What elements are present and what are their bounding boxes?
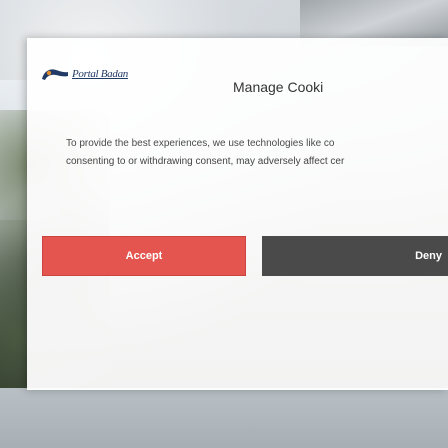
logo-text: Portal Badan [72,68,128,80]
description-line-2: consenting to or withdrawing consent, ma… [66,156,345,167]
banner-title: Manage Cooki [233,79,324,95]
banner-description: To provide the best experiences, we use … [66,135,344,171]
logo-mark-icon [40,65,70,83]
accept-button-label: Accept [125,250,163,262]
cookie-consent-banner: Portal Badan Manage Cooki To provide the… [27,38,448,390]
description-line-1: To provide the best experiences, we use … [66,138,335,149]
site-logo[interactable]: Portal Badan [40,58,128,90]
deny-button[interactable]: Deny [262,236,448,276]
background-bottom-strip [0,388,448,448]
deny-button-label: Deny [415,250,442,262]
accept-button[interactable]: Accept [42,236,246,276]
